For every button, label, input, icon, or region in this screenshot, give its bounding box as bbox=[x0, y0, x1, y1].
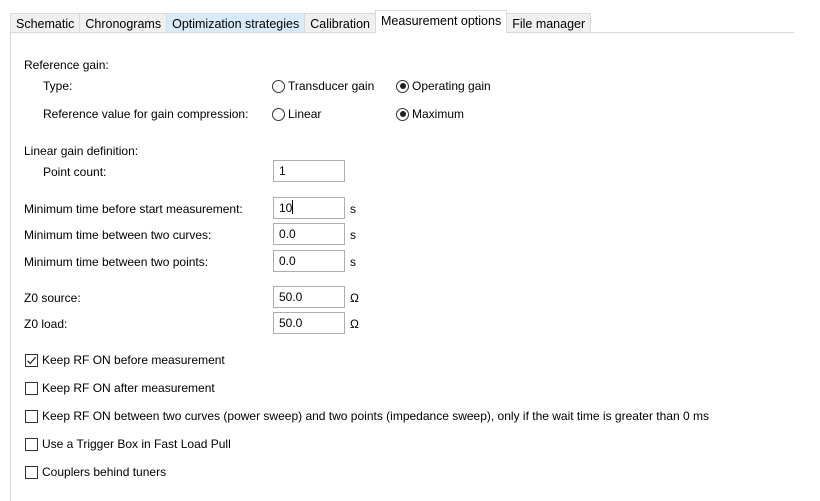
radio-maximum[interactable]: Maximum bbox=[396, 107, 464, 121]
min-time-curves-label: Minimum time between two curves: bbox=[24, 228, 212, 242]
radio-circle-icon bbox=[272, 79, 285, 93]
radio-label: Transducer gain bbox=[288, 79, 375, 93]
min-time-start-input[interactable]: 10 bbox=[273, 197, 345, 219]
point-count-label: Point count: bbox=[43, 165, 107, 179]
radio-selected-icon bbox=[396, 79, 409, 93]
unit-seconds: s bbox=[350, 202, 356, 216]
tab-file-manager[interactable]: File manager bbox=[506, 13, 592, 33]
radio-operating-gain[interactable]: Operating gain bbox=[396, 79, 491, 93]
checkbox-label: Use a Trigger Box in Fast Load Pull bbox=[42, 437, 231, 451]
min-time-points-input[interactable]: 0.0 bbox=[273, 250, 345, 272]
tab-bar: Schematic Chronograms Optimization strat… bbox=[10, 10, 592, 33]
checkbox-label: Couplers behind tuners bbox=[42, 465, 167, 479]
unit-ohm: Ω bbox=[350, 317, 359, 331]
radio-label: Maximum bbox=[412, 107, 465, 121]
tab-schematic[interactable]: Schematic bbox=[10, 13, 81, 33]
checkbox-keep-rf-before[interactable]: Keep RF ON before measurement bbox=[25, 353, 225, 367]
tab-calibration[interactable]: Calibration bbox=[304, 13, 376, 33]
checkmark-icon bbox=[25, 353, 38, 367]
unit-seconds: s bbox=[350, 228, 356, 242]
checkbox-empty-icon bbox=[25, 437, 38, 451]
tab-chronograms[interactable]: Chronograms bbox=[79, 13, 168, 33]
min-time-start-label: Minimum time before start measurement: bbox=[24, 202, 243, 216]
radio-label: Operating gain bbox=[412, 79, 491, 93]
checkbox-label: Keep RF ON before measurement bbox=[42, 353, 225, 367]
radio-selected-icon bbox=[396, 107, 409, 121]
radio-transducer-gain[interactable]: Transducer gain bbox=[272, 79, 374, 93]
radio-circle-icon bbox=[272, 107, 285, 121]
checkbox-empty-icon bbox=[25, 409, 38, 423]
type-label: Type: bbox=[43, 79, 73, 93]
checkbox-couplers-behind-tuners[interactable]: Couplers behind tuners bbox=[25, 465, 166, 479]
reference-gain-heading: Reference gain: bbox=[24, 58, 109, 72]
z0-source-label: Z0 source: bbox=[24, 291, 81, 305]
panel-border bbox=[10, 33, 11, 501]
checkbox-trigger-box[interactable]: Use a Trigger Box in Fast Load Pull bbox=[25, 437, 231, 451]
checkbox-label: Keep RF ON between two curves (power swe… bbox=[42, 409, 709, 423]
tab-measurement-options[interactable]: Measurement options bbox=[375, 10, 508, 33]
tab-optimization-strategies[interactable]: Optimization strategies bbox=[166, 13, 306, 33]
checkbox-empty-icon bbox=[25, 381, 38, 395]
radio-linear[interactable]: Linear bbox=[272, 107, 321, 121]
text-caret bbox=[292, 200, 294, 214]
unit-ohm: Ω bbox=[350, 291, 359, 305]
min-time-curves-input[interactable]: 0.0 bbox=[273, 223, 345, 245]
z0-load-label: Z0 load: bbox=[24, 317, 68, 331]
min-time-points-label: Minimum time between two points: bbox=[24, 255, 209, 269]
linear-gain-heading: Linear gain definition: bbox=[24, 144, 139, 158]
checkbox-label: Keep RF ON after measurement bbox=[42, 381, 215, 395]
input-value: 10 bbox=[279, 201, 293, 215]
checkbox-empty-icon bbox=[25, 465, 38, 479]
point-count-input[interactable]: 1 bbox=[273, 160, 345, 182]
z0-source-input[interactable]: 50.0 bbox=[273, 286, 345, 308]
checkbox-keep-rf-after[interactable]: Keep RF ON after measurement bbox=[25, 381, 215, 395]
radio-label: Linear bbox=[288, 107, 322, 121]
checkbox-keep-rf-between[interactable]: Keep RF ON between two curves (power swe… bbox=[25, 409, 709, 423]
compression-label: Reference value for gain compression: bbox=[43, 107, 249, 121]
z0-load-input[interactable]: 50.0 bbox=[273, 312, 345, 334]
unit-seconds: s bbox=[350, 255, 356, 269]
